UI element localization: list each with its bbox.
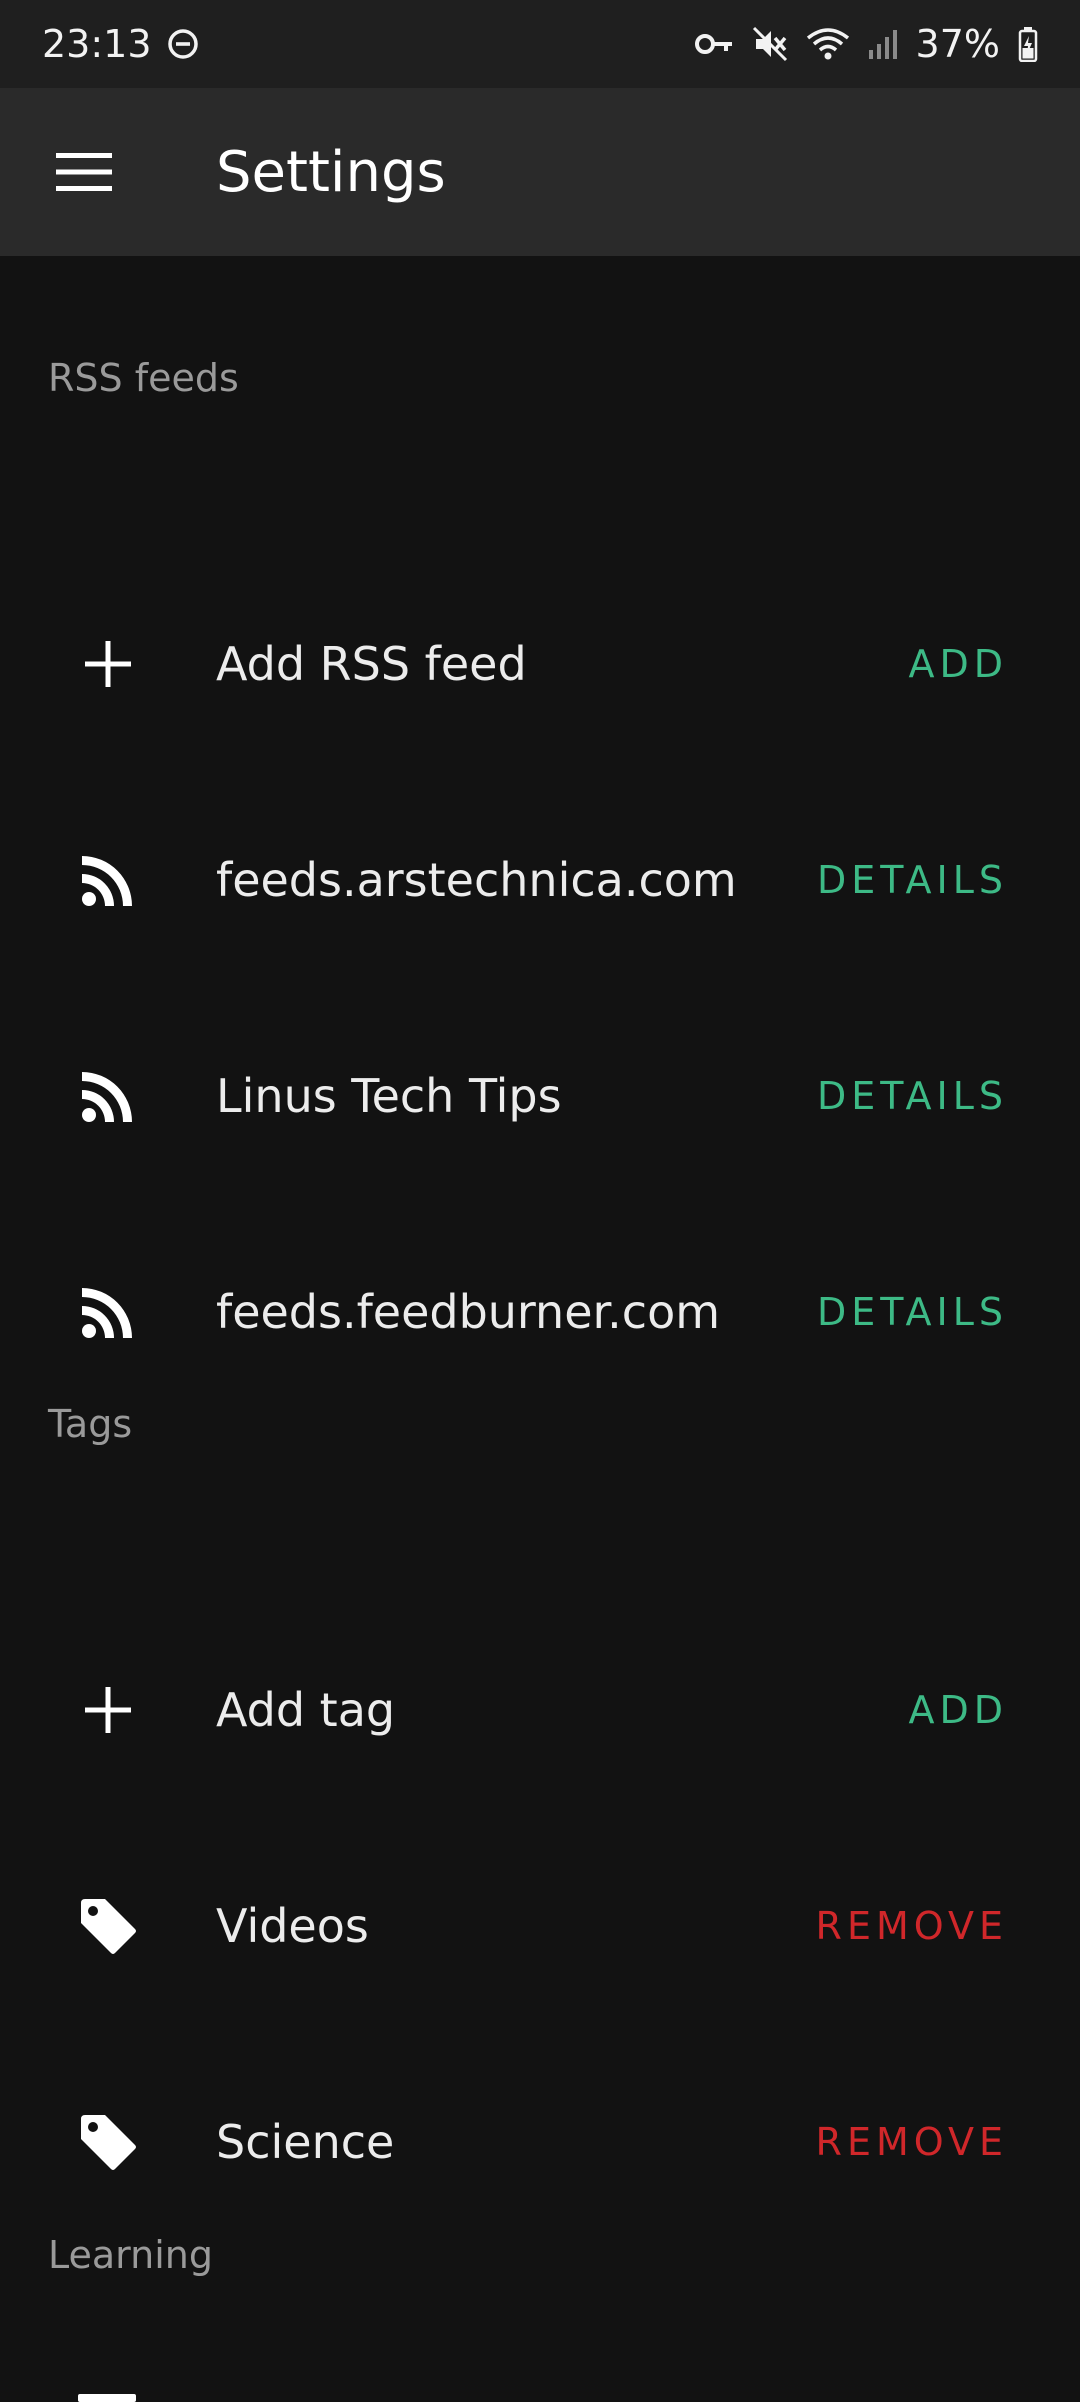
page-title: Settings [216,139,446,205]
rss-feed-details-button[interactable]: DETAILS [817,1074,1080,1118]
rss-feed-label: feeds.arstechnica.com [216,853,737,907]
section-header-tags: Tags [48,1402,133,1446]
tag-label: Videos [216,1899,369,1953]
section-header-learning: Learning [48,2233,213,2277]
wifi-icon [806,26,850,62]
rss-icon [82,1072,132,1122]
tag-row[interactable]: Science REMOVE [0,2034,1080,2250]
mute-icon [752,26,788,62]
rss-feed-row[interactable]: Linus Tech Tips DETAILS [0,988,1080,1204]
partial-row-icon [78,2394,136,2402]
rss-feed-row[interactable]: feeds.arstechnica.com DETAILS [0,772,1080,988]
rss-icon [82,856,132,906]
rss-feed-label: Linus Tech Tips [216,1069,562,1123]
tag-remove-button[interactable]: REMOVE [816,1904,1080,1948]
tag-icon [81,1899,136,1954]
menu-button[interactable] [0,88,216,256]
status-time: 23:13 [42,22,152,66]
add-tag-label: Add tag [216,1683,396,1737]
rss-feed-details-button[interactable]: DETAILS [817,1290,1080,1334]
signal-icon [868,28,898,60]
rss-feed-row[interactable]: feeds.feedburner.com DETAILS [0,1204,1080,1420]
section-header-rss: RSS feeds [48,356,239,400]
plus-icon [85,641,131,687]
tag-icon [81,2115,136,2170]
menu-icon [56,153,112,191]
tag-remove-button[interactable]: REMOVE [816,2120,1080,2164]
vpn-key-icon [694,29,734,59]
rss-feed-details-button[interactable]: DETAILS [817,858,1080,902]
plus-icon [85,1687,131,1733]
add-tag-row[interactable]: Add tag ADD [0,1602,1080,1818]
add-rss-feed-label: Add RSS feed [216,637,527,691]
do-not-disturb-icon [166,27,200,61]
add-tag-button[interactable]: ADD [908,1688,1080,1732]
tag-label: Science [216,2115,395,2169]
rss-icon [82,1288,132,1338]
app-bar: Settings [0,88,1080,256]
add-rss-feed-row[interactable]: Add RSS feed ADD [0,556,1080,772]
tag-row[interactable]: Videos REMOVE [0,1818,1080,2034]
battery-percentage: 37% [915,22,1000,66]
add-rss-feed-button[interactable]: ADD [908,642,1080,686]
battery-icon [1018,26,1038,62]
rss-feed-label: feeds.feedburner.com [216,1285,721,1339]
status-bar: 23:13 37% [0,0,1080,88]
